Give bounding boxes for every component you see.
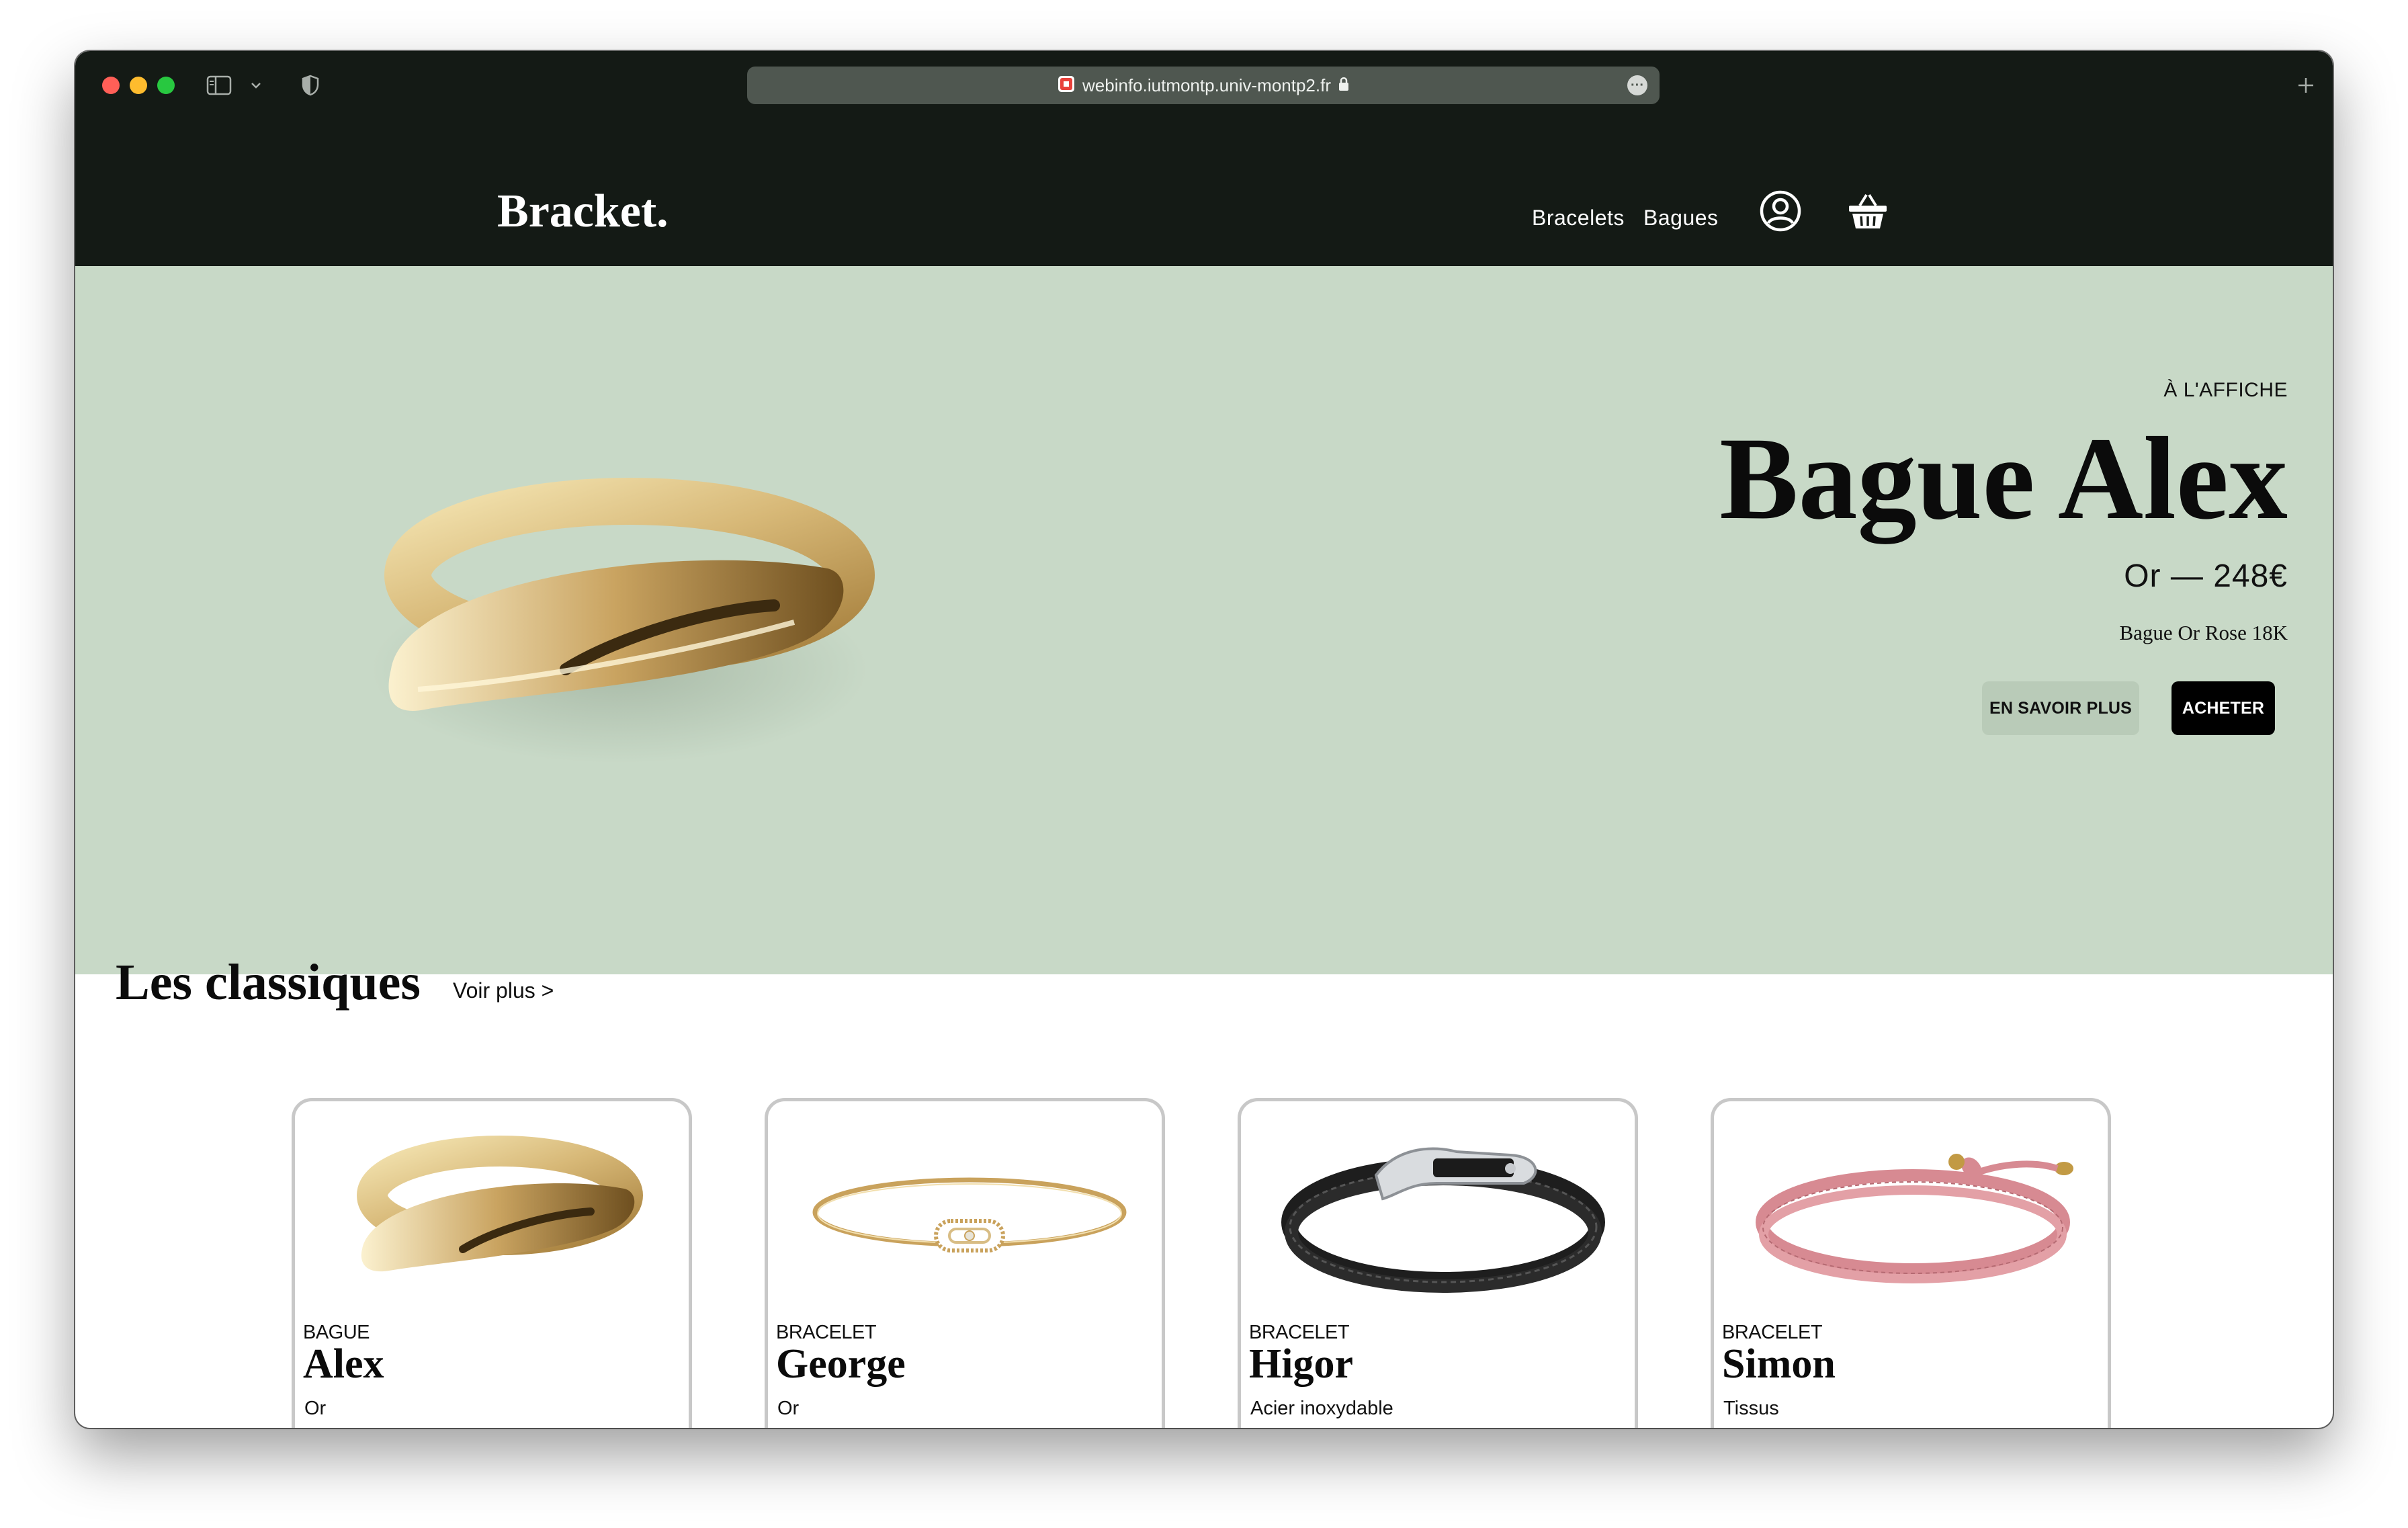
learn-more-button[interactable]: EN SAVOIR PLUS — [1982, 681, 2139, 735]
featured-label: À L'AFFICHE — [2163, 379, 2288, 401]
section-title: Les classiques — [116, 954, 421, 1011]
product-name: George — [776, 1341, 906, 1387]
featured-hero: À L'AFFICHE Bague Alex Or — 248€ Bague O… — [75, 266, 2333, 974]
featured-ring-image — [371, 478, 875, 763]
product-card-alex[interactable]: BAGUE Alex Or — [292, 1098, 692, 1428]
basket-icon[interactable] — [1846, 189, 1889, 232]
page-menu-button[interactable]: ··· — [1627, 75, 1647, 95]
product-image-leather-bracelet — [1281, 1147, 1605, 1293]
privacy-shield-icon[interactable] — [297, 71, 324, 99]
product-material: Or — [304, 1398, 327, 1419]
browser-window: webinfo.iutmontp.univ-montp2.fr ··· Brac… — [75, 51, 2333, 1428]
sidebar-toggle-icon[interactable] — [205, 71, 233, 99]
product-name: Simon — [1722, 1341, 1836, 1387]
product-image-ring — [357, 1136, 643, 1272]
hero-price: Or — 248€ — [2124, 558, 2288, 594]
product-material: Or — [777, 1398, 800, 1419]
new-tab-icon[interactable] — [2294, 71, 2318, 99]
lock-icon — [1338, 76, 1350, 95]
nav-link-bagues[interactable]: Bagues — [1643, 206, 1719, 230]
product-name: Alex — [303, 1341, 384, 1387]
nav-link-bracelets[interactable]: Bracelets — [1532, 206, 1625, 230]
product-image-cord-bracelet — [1756, 1154, 2073, 1283]
hero-title: Bague Alex — [1719, 413, 2288, 544]
product-card-higor[interactable]: BRACELET Higor Acier inoxydable — [1238, 1098, 1638, 1428]
site-header: Bracket. Bracelets Bagues — [75, 121, 2333, 266]
chevron-down-icon[interactable] — [247, 71, 265, 99]
product-material: Tissus — [1723, 1398, 1779, 1419]
address-bar[interactable]: webinfo.iutmontp.univ-montp2.fr ··· — [747, 67, 1660, 104]
close-window-button[interactable] — [102, 77, 120, 94]
maximize-window-button[interactable] — [157, 77, 175, 94]
hero-description: Bague Or Rose 18K — [2119, 621, 2288, 644]
site-favicon-icon — [1057, 75, 1076, 97]
product-card-george[interactable]: BRACELET George Or — [765, 1098, 1165, 1428]
site-logo[interactable]: Bracket. — [497, 188, 669, 235]
minimize-window-button[interactable] — [130, 77, 147, 94]
user-circle-icon[interactable] — [1759, 189, 1802, 232]
see-more-link[interactable]: Voir plus > — [453, 978, 554, 1003]
product-name: Higor — [1249, 1341, 1353, 1387]
buy-button[interactable]: ACHETER — [2172, 681, 2275, 735]
product-image-gold-bracelet — [812, 1177, 1127, 1253]
product-material: Acier inoxydable — [1250, 1398, 1393, 1419]
browser-toolbar: webinfo.iutmontp.univ-montp2.fr ··· — [75, 51, 2333, 121]
url-text: webinfo.iutmontp.univ-montp2.fr — [1082, 75, 1331, 95]
product-card-simon[interactable]: BRACELET Simon Tissus — [1711, 1098, 2111, 1428]
